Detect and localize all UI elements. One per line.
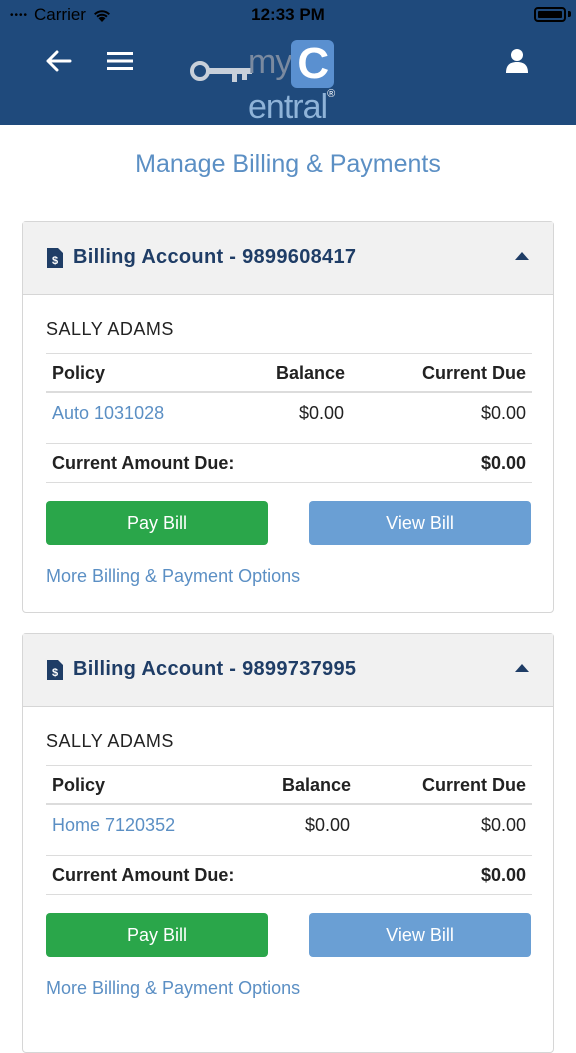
app-header: •••• Carrier 12:33 PM my Central®: [0, 0, 576, 126]
billing-account-title: Billing Account - 9899608417: [73, 246, 357, 268]
svg-text:$: $: [52, 667, 58, 679]
col-policy: Policy: [52, 775, 106, 795]
profile-button[interactable]: [502, 46, 532, 76]
battery-icon: [534, 7, 566, 22]
mycentral-logo: my Central®: [190, 32, 390, 126]
policy-link[interactable]: Home 7120352: [52, 815, 175, 836]
bill-document-icon: $: [47, 248, 63, 268]
account-owner: SALLY ADAMS: [46, 731, 174, 751]
card-header[interactable]: $ Billing Account - 9899608417: [23, 222, 553, 295]
table-header-row: Policy Balance Current Due: [46, 353, 532, 393]
page-title: Manage Billing & Payments: [135, 150, 441, 178]
status-bar: •••• Carrier 12:33 PM: [0, 0, 576, 30]
policy-current-due: $0.00: [480, 815, 526, 835]
col-current-due: Current Due: [421, 363, 526, 383]
policy-current-due: $0.00: [480, 403, 526, 423]
user-icon: [506, 49, 528, 73]
summary-label: Current Amount Due:: [52, 453, 235, 473]
view-bill-button[interactable]: View Bill: [309, 913, 531, 957]
summary-label: Current Amount Due:: [52, 865, 235, 885]
summary-row: Current Amount Due: $0.00: [46, 443, 532, 483]
policy-link[interactable]: Auto 1031028: [52, 403, 164, 424]
more-options-link[interactable]: More Billing & Payment Options: [46, 566, 300, 587]
status-time: 12:33 PM: [251, 5, 325, 24]
policy-table: Policy Balance Current Due Auto 1031028 …: [46, 353, 532, 483]
table-header-row: Policy Balance Current Due: [46, 765, 532, 805]
policy-table: Policy Balance Current Due Home 7120352 …: [46, 765, 532, 895]
back-button[interactable]: [44, 48, 74, 74]
pay-bill-button[interactable]: Pay Bill: [46, 501, 268, 545]
view-bill-button[interactable]: View Bill: [309, 501, 531, 545]
menu-button[interactable]: [106, 50, 134, 72]
card-header[interactable]: $ Billing Account - 9899737995: [23, 634, 553, 707]
col-policy: Policy: [52, 363, 106, 383]
col-current-due: Current Due: [421, 775, 526, 795]
hamburger-icon: [107, 52, 133, 70]
policy-balance: $0.00: [299, 403, 345, 423]
billing-account-card: $ Billing Account - 9899608417 SALLY ADA…: [22, 221, 554, 613]
col-balance: Balance: [276, 363, 346, 383]
pay-bill-button[interactable]: Pay Bill: [46, 913, 268, 957]
summary-value: $0.00: [480, 865, 526, 885]
account-owner: SALLY ADAMS: [46, 319, 174, 339]
svg-text:$: $: [52, 255, 58, 267]
table-row: Auto 1031028 $0.00 $0.00: [46, 393, 532, 443]
caret-up-icon[interactable]: [515, 664, 529, 672]
caret-up-icon[interactable]: [515, 252, 529, 260]
more-options-link[interactable]: More Billing & Payment Options: [46, 978, 300, 999]
billing-account-title: Billing Account - 9899737995: [73, 658, 357, 680]
logo-wordmark: my Central®: [248, 39, 335, 127]
arrow-left-icon: [46, 50, 72, 72]
table-row: Home 7120352 $0.00 $0.00: [46, 805, 532, 855]
summary-value: $0.00: [480, 453, 526, 473]
policy-balance: $0.00: [305, 815, 351, 835]
bill-document-icon: $: [47, 660, 63, 680]
billing-account-card: $ Billing Account - 9899737995 SALLY ADA…: [22, 633, 554, 1053]
col-balance: Balance: [282, 775, 352, 795]
battery-tip: [568, 11, 571, 17]
summary-row: Current Amount Due: $0.00: [46, 855, 532, 895]
